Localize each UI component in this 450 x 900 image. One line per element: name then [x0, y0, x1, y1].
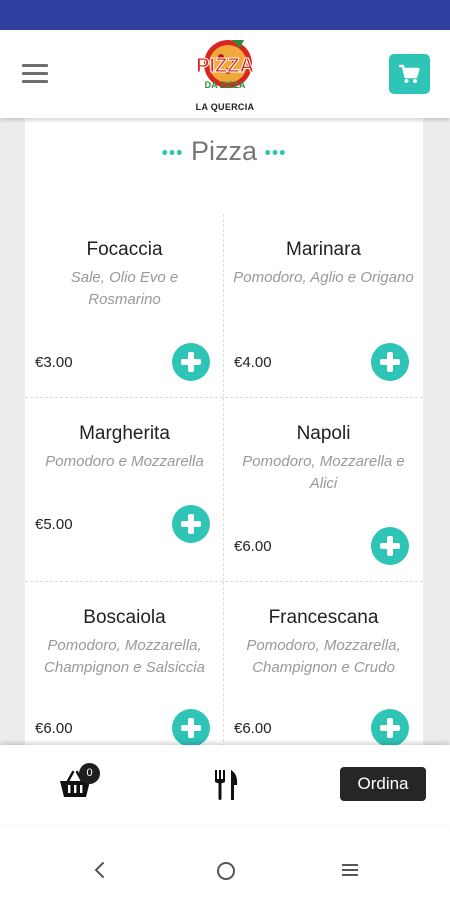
add-to-cart-icon[interactable] — [172, 505, 210, 543]
app-header: PIZZA DA ZIZZA LA QUERCIA — [0, 30, 450, 118]
product-description: Sale, Olio Evo e Rosmarino — [70, 269, 179, 308]
product-price: €6.00 — [35, 720, 73, 737]
add-to-cart-icon[interactable] — [371, 709, 409, 747]
product-name: Focaccia — [86, 239, 163, 260]
hamburger-menu-icon[interactable] — [22, 64, 48, 84]
svg-text:PIZZA: PIZZA — [196, 55, 254, 77]
product-name: Napoli — [296, 423, 351, 444]
back-chevron-icon[interactable] — [92, 861, 106, 879]
product-name: Boscaiola — [83, 607, 166, 628]
product-price: €4.00 — [234, 354, 272, 371]
section-title: ••• Pizza ••• — [25, 136, 423, 167]
product-card[interactable]: Napoli Pomodoro, Mozzarella e Alici €6.0… — [224, 398, 423, 581]
add-to-cart-icon[interactable] — [172, 343, 210, 381]
section-title-text: Pizza — [190, 136, 258, 166]
system-navigation-bar — [0, 825, 450, 900]
product-name: Marinara — [286, 239, 361, 260]
add-to-cart-icon[interactable] — [172, 709, 210, 747]
menu-card: ••• Pizza ••• Focaccia Sale, Olio Evo e … — [25, 118, 423, 750]
recent-apps-icon[interactable] — [341, 861, 359, 879]
basket-count-badge: 0 — [79, 763, 100, 784]
svg-text:DA ZIZZA: DA ZIZZA — [205, 80, 246, 90]
product-description: Pomodoro e Mozzarella — [45, 453, 204, 470]
bottom-action-bar: 0 Ordina — [0, 745, 450, 825]
product-card[interactable]: Boscaiola Pomodoro, Mozzarella, Champign… — [25, 582, 224, 750]
status-bar — [0, 0, 450, 30]
pizza-logo-graphic: PIZZA DA ZIZZA — [196, 40, 254, 90]
add-to-cart-icon[interactable] — [371, 343, 409, 381]
product-card[interactable]: Francescana Pomodoro, Mozzarella, Champi… — [224, 582, 423, 750]
product-price: €6.00 — [234, 720, 272, 737]
product-card[interactable]: Margherita Pomodoro e Mozzarella €5.00 — [25, 398, 224, 581]
product-price: €5.00 — [35, 516, 73, 533]
shopping-cart-icon — [398, 64, 420, 83]
product-price: €6.00 — [234, 538, 272, 555]
logo-subtitle: LA QUERCIA — [195, 102, 255, 112]
product-description: Pomodoro, Mozzarella, Champignon e Crudo — [246, 637, 401, 676]
fork-knife-icon[interactable] — [213, 769, 239, 801]
brand-logo[interactable]: PIZZA DA ZIZZA LA QUERCIA — [190, 36, 260, 114]
product-card[interactable]: Focaccia Sale, Olio Evo e Rosmarino €3.0… — [25, 214, 224, 397]
product-name: Francescana — [268, 607, 379, 628]
product-description: Pomodoro, Aglio e Origano — [233, 269, 414, 286]
product-description: Pomodoro, Mozzarella, Champignon e Salsi… — [44, 637, 205, 676]
order-button[interactable]: Ordina — [340, 767, 426, 801]
add-to-cart-icon[interactable] — [371, 527, 409, 565]
product-card[interactable]: Marinara Pomodoro, Aglio e Origano €4.00 — [224, 214, 423, 397]
product-name: Margherita — [79, 423, 170, 444]
title-dots-right: ••• — [264, 142, 287, 163]
home-circle-icon[interactable] — [216, 861, 236, 881]
product-description: Pomodoro, Mozzarella e Alici — [242, 453, 405, 492]
product-price: €3.00 — [35, 354, 73, 371]
cart-button[interactable] — [389, 54, 430, 94]
title-dots-left: ••• — [161, 142, 184, 163]
